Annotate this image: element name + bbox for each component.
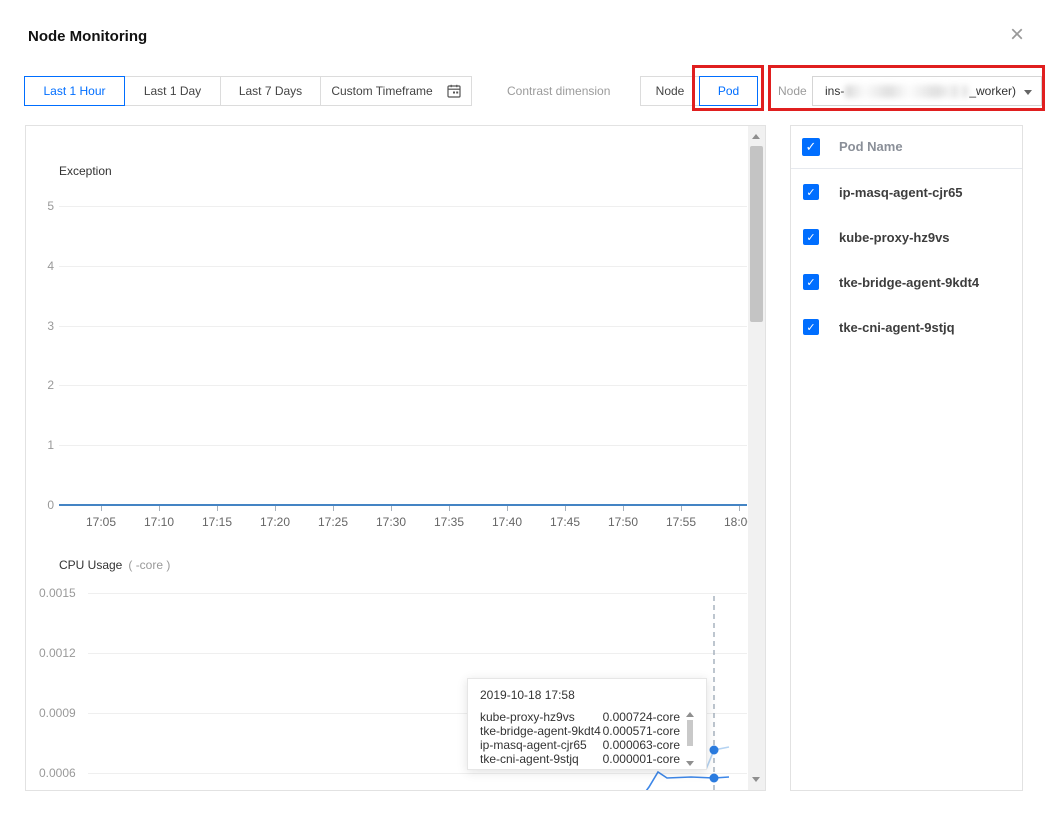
pod-name-label: tke-cni-agent-9stjq (839, 320, 955, 335)
scroll-thumb[interactable] (750, 146, 763, 322)
dimension-pod-button[interactable]: Pod (699, 76, 758, 106)
tooltip-pod-name: tke-bridge-agent-9kdt4 (480, 724, 601, 738)
scroll-down-icon[interactable] (752, 777, 760, 782)
tooltip-pod-value: 0.000571-core (603, 724, 680, 738)
node-select-dropdown[interactable]: ins- _worker) (812, 76, 1042, 106)
divider (791, 168, 1022, 169)
pod-name-header: Pod Name (839, 139, 903, 154)
chevron-down-icon (1024, 90, 1032, 95)
pod-row: ✓ ip-masq-agent-cjr65 (791, 170, 1022, 215)
close-icon[interactable]: × (1004, 22, 1030, 48)
tooltip-scrollbar[interactable] (684, 710, 696, 766)
check-icon: ✓ (806, 276, 815, 289)
pod-list-panel: ✓ Pod Name ✓ ip-masq-agent-cjr65 ✓ kube-… (790, 125, 1023, 791)
tooltip-pod-name: tke-cni-agent-9stjq (480, 752, 579, 766)
pod-row: ✓ kube-proxy-hz9vs (791, 215, 1022, 260)
tooltip-row: ip-masq-agent-cjr65 0.000063-core (480, 738, 680, 752)
contrast-dimension-label: Contrast dimension (507, 76, 610, 106)
chart-panel-scrollbar[interactable] (748, 126, 765, 790)
node-monitoring-dialog: Node Monitoring × Last 1 Hour Last 1 Day… (0, 0, 1046, 819)
hover-point-dot (710, 774, 719, 783)
pod-name-label: tke-bridge-agent-9kdt4 (839, 275, 979, 290)
hover-point-dot (710, 746, 719, 755)
chart-tooltip: 2019-10-18 17:58 kube-proxy-hz9vs 0.0007… (467, 678, 707, 770)
scroll-up-icon[interactable] (686, 712, 694, 717)
node-selector-label: Node (778, 76, 807, 106)
dimension-group: Node Pod (640, 76, 758, 106)
tooltip-pod-name: kube-proxy-hz9vs (480, 710, 575, 724)
scroll-down-icon[interactable] (686, 761, 694, 766)
charts-panel[interactable]: Exception 5 4 3 2 1 0 17:05 17:10 17:15 … (25, 125, 766, 791)
pod-checkbox[interactable]: ✓ (803, 274, 819, 290)
scroll-thumb[interactable] (687, 720, 693, 746)
tooltip-pod-value: 0.000724-core (603, 710, 680, 724)
pod-row: ✓ tke-bridge-agent-9kdt4 (791, 260, 1022, 305)
tooltip-row: tke-bridge-agent-9kdt4 0.000571-core (480, 724, 680, 738)
tooltip-row: kube-proxy-hz9vs 0.000724-core (480, 710, 680, 724)
time-range-last-1-day[interactable]: Last 1 Day (124, 76, 221, 106)
redacted-node-id (845, 85, 943, 98)
time-range-last-7-days[interactable]: Last 7 Days (220, 76, 321, 106)
node-value-suffix: _worker) (969, 84, 1016, 98)
time-range-custom[interactable]: Custom Timeframe (320, 76, 472, 106)
custom-timeframe-label: Custom Timeframe (331, 84, 432, 98)
scroll-up-icon[interactable] (752, 134, 760, 139)
tooltip-row: tke-cni-agent-9stjq 0.000001-core (480, 752, 680, 766)
pod-checkbox[interactable]: ✓ (803, 184, 819, 200)
page-title: Node Monitoring (28, 28, 147, 45)
time-range-last-1-hour[interactable]: Last 1 Hour (24, 76, 125, 106)
calendar-icon (447, 84, 461, 98)
select-all-checkbox[interactable]: ✓ (802, 138, 820, 156)
tooltip-pod-name: ip-masq-agent-cjr65 (480, 738, 587, 752)
pod-checkbox[interactable]: ✓ (803, 319, 819, 335)
tooltip-pod-value: 0.000001-core (603, 752, 680, 766)
dimension-node-button[interactable]: Node (640, 76, 700, 106)
check-icon: ✓ (806, 186, 815, 199)
pod-checkbox[interactable]: ✓ (803, 229, 819, 245)
time-range-group: Last 1 Hour Last 1 Day Last 7 Days Custo… (24, 76, 472, 106)
pod-row: ✓ tke-cni-agent-9stjq (791, 305, 1022, 350)
check-icon: ✓ (806, 321, 815, 334)
check-icon: ✓ (806, 139, 817, 155)
pod-name-label: kube-proxy-hz9vs (839, 230, 950, 245)
tooltip-timestamp: 2019-10-18 17:58 (480, 688, 696, 702)
node-value-prefix: ins- (825, 84, 844, 98)
pod-name-label: ip-masq-agent-cjr65 (839, 185, 963, 200)
check-icon: ✓ (806, 231, 815, 244)
pod-list-header: ✓ Pod Name (791, 126, 1022, 168)
redacted-node-id-2 (944, 85, 968, 98)
tooltip-pod-value: 0.000063-core (603, 738, 680, 752)
